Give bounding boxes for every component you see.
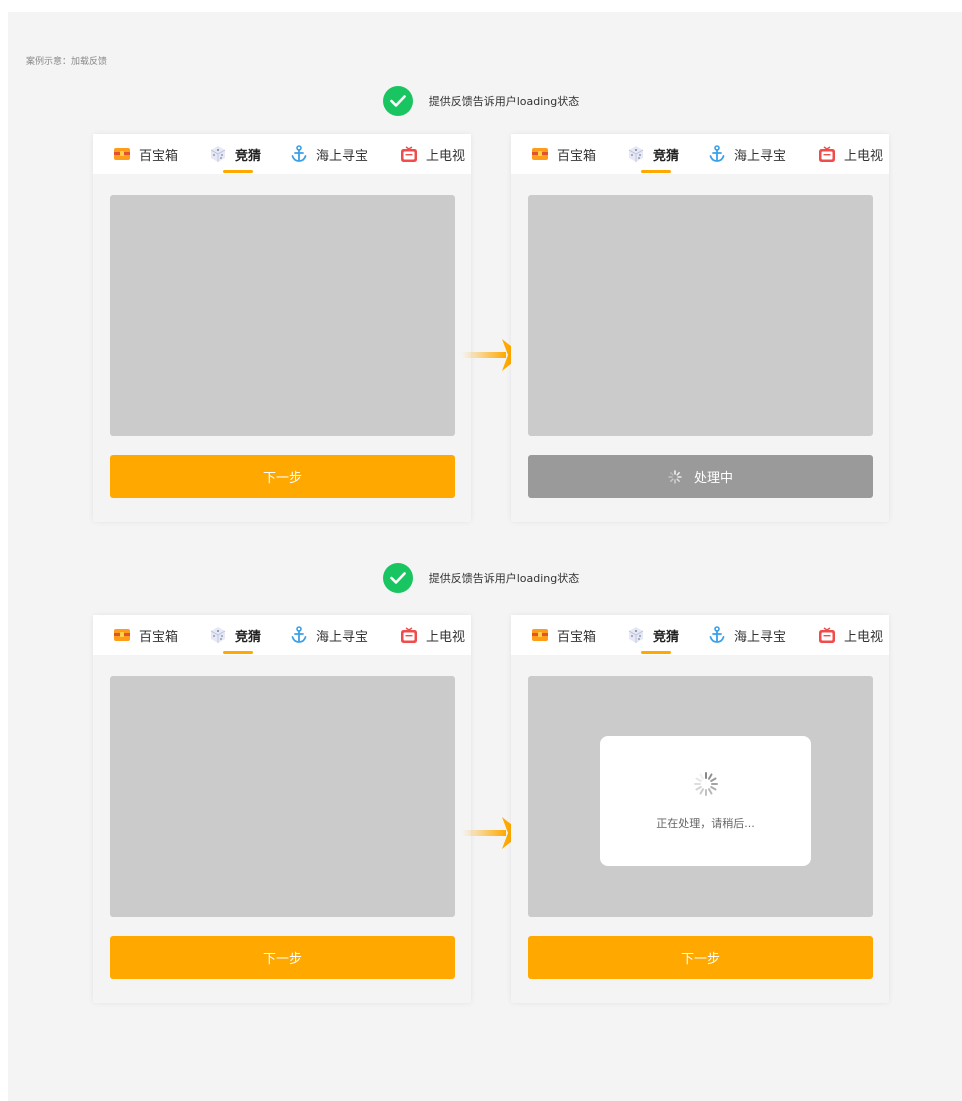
tab-guess[interactable]: 竞猜 <box>209 134 261 174</box>
panel-default-1: 百宝箱 竞猜 海上寻宝 上电视 下一步 <box>93 134 471 522</box>
tab-label: 上电视 <box>844 148 884 164</box>
anchor-icon <box>290 626 308 644</box>
processing-button: 处理中 <box>528 455 873 498</box>
tab-label: 上电视 <box>426 629 466 645</box>
treasure-chest-icon <box>113 145 131 163</box>
tab-sea-treasure[interactable]: 海上寻宝 <box>290 615 368 655</box>
tab-sea-treasure[interactable]: 海上寻宝 <box>708 615 786 655</box>
dice-icon <box>627 145 645 163</box>
tab-label: 竞猜 <box>653 148 680 164</box>
processing-label: 处理中 <box>693 471 733 486</box>
tv-icon <box>818 626 836 644</box>
panel-default-2: 百宝箱 竞猜 海上寻宝 上电视 下一步 <box>93 615 471 1003</box>
check-circle-icon <box>382 86 413 116</box>
panel-toast-loading: 百宝箱 竞猜 海上寻宝 上电视 正在处理，请稍后... 下一步 <box>511 615 889 1003</box>
tab-on-tv[interactable]: 上电视 <box>818 134 883 174</box>
tab-on-tv[interactable]: 上电视 <box>400 615 465 655</box>
tab-label: 上电视 <box>426 148 466 164</box>
tab-sea-treasure[interactable]: 海上寻宝 <box>708 134 786 174</box>
anchor-icon <box>708 626 726 644</box>
feedback-text: 提供反馈告诉用户loading状态 <box>428 95 580 108</box>
tab-active-indicator <box>223 170 253 173</box>
tab-treasure-box[interactable]: 百宝箱 <box>531 134 596 174</box>
next-step-button[interactable]: 下一步 <box>110 936 455 979</box>
feedback-row-1: 提供反馈告诉用户loading状态 <box>0 86 962 116</box>
case-caption: 案例示意：加载反馈 <box>26 57 108 67</box>
tab-treasure-box[interactable]: 百宝箱 <box>531 615 596 655</box>
tab-label: 上电视 <box>844 629 884 645</box>
panel-button-loading: 百宝箱 竞猜 海上寻宝 上电视 处理中 <box>511 134 889 522</box>
treasure-chest-icon <box>531 626 549 644</box>
tab-sea-treasure[interactable]: 海上寻宝 <box>290 134 368 174</box>
content-placeholder <box>110 195 455 436</box>
content-placeholder <box>528 195 873 436</box>
tab-bar: 百宝箱 竞猜 海上寻宝 上电视 <box>511 615 889 655</box>
anchor-icon <box>290 145 308 163</box>
tab-guess[interactable]: 竞猜 <box>627 615 679 655</box>
treasure-chest-icon <box>531 145 549 163</box>
tab-bar: 百宝箱 竞猜 海上寻宝 上电视 <box>511 134 889 174</box>
tab-label: 竞猜 <box>653 629 680 645</box>
tab-active-indicator <box>641 170 671 173</box>
tab-label: 海上寻宝 <box>734 148 787 164</box>
check-circle-icon <box>382 563 413 593</box>
tab-treasure-box[interactable]: 百宝箱 <box>113 134 178 174</box>
dice-icon <box>209 626 227 644</box>
tab-active-indicator <box>223 651 253 654</box>
anchor-icon <box>708 145 726 163</box>
dice-icon <box>627 626 645 644</box>
tab-treasure-box[interactable]: 百宝箱 <box>113 615 178 655</box>
feedback-text: 提供反馈告诉用户loading状态 <box>428 572 580 585</box>
tab-on-tv[interactable]: 上电视 <box>818 615 883 655</box>
loading-spinner-icon <box>693 771 719 801</box>
tv-icon <box>400 145 418 163</box>
tab-label: 竞猜 <box>235 629 262 645</box>
content-placeholder: 正在处理，请稍后... <box>528 676 873 917</box>
tab-label: 百宝箱 <box>557 148 597 164</box>
treasure-chest-icon <box>113 626 131 644</box>
feedback-row-2: 提供反馈告诉用户loading状态 <box>0 563 962 593</box>
tab-bar: 百宝箱 竞猜 海上寻宝 上电视 <box>93 615 471 655</box>
tab-guess[interactable]: 竞猜 <box>209 615 261 655</box>
tab-label: 百宝箱 <box>557 629 597 645</box>
next-step-button[interactable]: 下一步 <box>110 455 455 498</box>
dice-icon <box>209 145 227 163</box>
tab-guess[interactable]: 竞猜 <box>627 134 679 174</box>
tab-label: 海上寻宝 <box>316 148 369 164</box>
loading-toast: 正在处理，请稍后... <box>600 736 811 866</box>
tab-on-tv[interactable]: 上电视 <box>400 134 465 174</box>
tab-active-indicator <box>641 651 671 654</box>
tab-label: 百宝箱 <box>139 629 179 645</box>
tv-icon <box>818 145 836 163</box>
tab-label: 海上寻宝 <box>734 629 787 645</box>
next-step-button[interactable]: 下一步 <box>528 936 873 979</box>
toast-message: 正在处理，请稍后... <box>656 817 755 830</box>
tab-label: 竞猜 <box>235 148 262 164</box>
tab-bar: 百宝箱 竞猜 海上寻宝 上电视 <box>93 134 471 174</box>
content-placeholder <box>110 676 455 917</box>
tv-icon <box>400 626 418 644</box>
tab-label: 百宝箱 <box>139 148 179 164</box>
loading-spinner-icon <box>668 469 682 484</box>
tab-label: 海上寻宝 <box>316 629 369 645</box>
